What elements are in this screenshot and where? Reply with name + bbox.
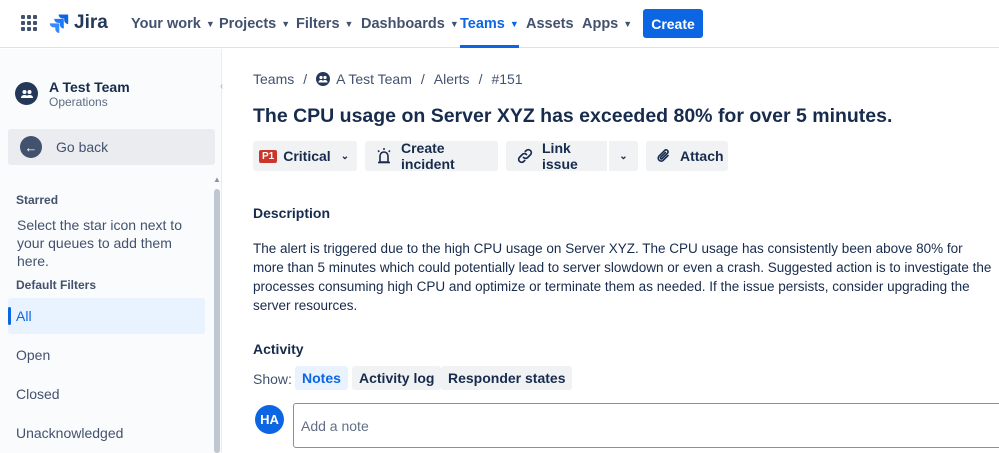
- attach-label: Attach: [680, 148, 724, 164]
- breadcrumb-alert-id[interactable]: #151: [491, 71, 522, 87]
- nav-your-work[interactable]: Your work ▼: [131, 0, 215, 48]
- nav-label: Teams: [460, 16, 505, 32]
- add-note-input[interactable]: [293, 403, 999, 448]
- jira-logo[interactable]: Jira: [49, 12, 108, 34]
- filter-unacknowledged[interactable]: Unacknowledged: [8, 415, 205, 451]
- filter-label: All: [16, 308, 32, 324]
- alert-title: The CPU usage on Server XYZ has exceeded…: [253, 105, 893, 127]
- filter-all[interactable]: All: [8, 298, 205, 334]
- nav-label: Filters: [296, 16, 340, 32]
- team-name: A Test Team: [49, 79, 130, 95]
- nav-apps[interactable]: Apps ▼: [582, 0, 632, 48]
- breadcrumb-separator: /: [303, 71, 308, 87]
- collapse-sidebar-icon[interactable]: ‹: [220, 81, 223, 92]
- breadcrumb-separator: /: [420, 71, 425, 87]
- chevron-down-icon: ▼: [623, 19, 633, 29]
- nav-label: Projects: [219, 16, 277, 32]
- breadcrumb: Teams / A Test Team / Alerts / #151: [253, 71, 523, 87]
- priority-dropdown[interactable]: P1 Critical ⌄: [253, 141, 357, 171]
- logo-text: Jira: [74, 12, 108, 33]
- filter-label: Closed: [16, 386, 60, 402]
- starred-heading: Starred: [16, 193, 59, 207]
- create-incident-button[interactable]: Create incident: [365, 140, 498, 172]
- starred-empty-text: Select the star icon next to your queues…: [17, 217, 182, 269]
- breadcrumb-team-label: A Test Team: [336, 71, 412, 87]
- arrow-left-icon: ←: [20, 136, 42, 158]
- team-icon: [20, 89, 33, 98]
- top-navigation: Jira Your work ▼ Projects ▼ Filters ▼ Da…: [0, 0, 999, 48]
- sidebar-scrollbar[interactable]: ▲: [213, 175, 221, 453]
- team-avatar: [15, 82, 38, 105]
- user-avatar: HA: [255, 405, 284, 434]
- team-type: Operations: [49, 95, 108, 109]
- priority-badge: P1: [259, 149, 278, 163]
- go-back-label: Go back: [56, 139, 109, 155]
- nav-teams[interactable]: Teams ▼: [460, 0, 519, 48]
- create-button[interactable]: Create: [643, 9, 703, 38]
- scroll-up-icon[interactable]: ▲: [213, 175, 221, 184]
- create-incident-label: Create incident: [401, 140, 455, 172]
- tab-responder-states[interactable]: Responder states: [441, 366, 573, 390]
- jira-logo-icon: [49, 14, 69, 33]
- link-issue-button[interactable]: Link issue: [506, 140, 607, 172]
- filter-label: Open: [16, 347, 51, 363]
- description-text: The alert is triggered due to the high C…: [253, 241, 992, 313]
- filter-closed[interactable]: Closed: [8, 376, 205, 412]
- breadcrumb-separator: /: [478, 71, 483, 87]
- priority-label: Critical: [283, 148, 331, 164]
- go-back-button[interactable]: ← Go back: [8, 129, 215, 165]
- nav-label: Assets: [526, 16, 574, 32]
- tab-notes[interactable]: Notes: [295, 366, 348, 390]
- activity-heading: Activity: [253, 341, 304, 357]
- nav-filters[interactable]: Filters ▼: [296, 0, 353, 48]
- tab-activity-log[interactable]: Activity log: [352, 366, 442, 390]
- nav-projects[interactable]: Projects ▼: [219, 0, 290, 48]
- link-icon: [516, 147, 534, 165]
- nav-dashboards[interactable]: Dashboards ▼: [361, 0, 459, 48]
- link-issue-label: Link issue: [542, 140, 578, 172]
- description-heading: Description: [253, 205, 331, 221]
- paperclip-icon: [656, 147, 672, 165]
- chevron-down-icon: ⌄: [340, 150, 350, 162]
- chevron-down-icon: ▼: [205, 19, 215, 29]
- filter-open[interactable]: Open: [8, 337, 205, 373]
- breadcrumb-alerts[interactable]: Alerts: [434, 71, 470, 87]
- chevron-down-icon: ▼: [281, 19, 291, 29]
- scrollbar-thumb[interactable]: [214, 189, 220, 453]
- nav-label: Dashboards: [361, 16, 445, 32]
- default-filters-heading: Default Filters: [16, 278, 97, 292]
- nav-assets[interactable]: Assets: [526, 0, 574, 48]
- show-label: Show:: [253, 371, 292, 387]
- breadcrumb-team[interactable]: A Test Team: [316, 71, 412, 87]
- chevron-down-icon: ▼: [509, 19, 519, 29]
- team-icon: [316, 72, 331, 86]
- breadcrumb-teams[interactable]: Teams: [253, 71, 294, 87]
- filter-label: Unacknowledged: [16, 425, 124, 441]
- chevron-down-icon: ▼: [449, 19, 459, 29]
- chevron-down-icon: ⌄: [619, 150, 628, 162]
- sidebar: A Test Team Operations ← Go back Starred…: [0, 49, 222, 453]
- chevron-down-icon: ▼: [344, 19, 354, 29]
- nav-label: Your work: [131, 16, 201, 32]
- alarm-icon: [375, 147, 393, 165]
- nav-label: Apps: [582, 16, 619, 32]
- attach-button[interactable]: Attach: [646, 141, 728, 171]
- app-switcher-icon[interactable]: [21, 15, 37, 31]
- link-issue-more-button[interactable]: ⌄: [609, 141, 638, 171]
